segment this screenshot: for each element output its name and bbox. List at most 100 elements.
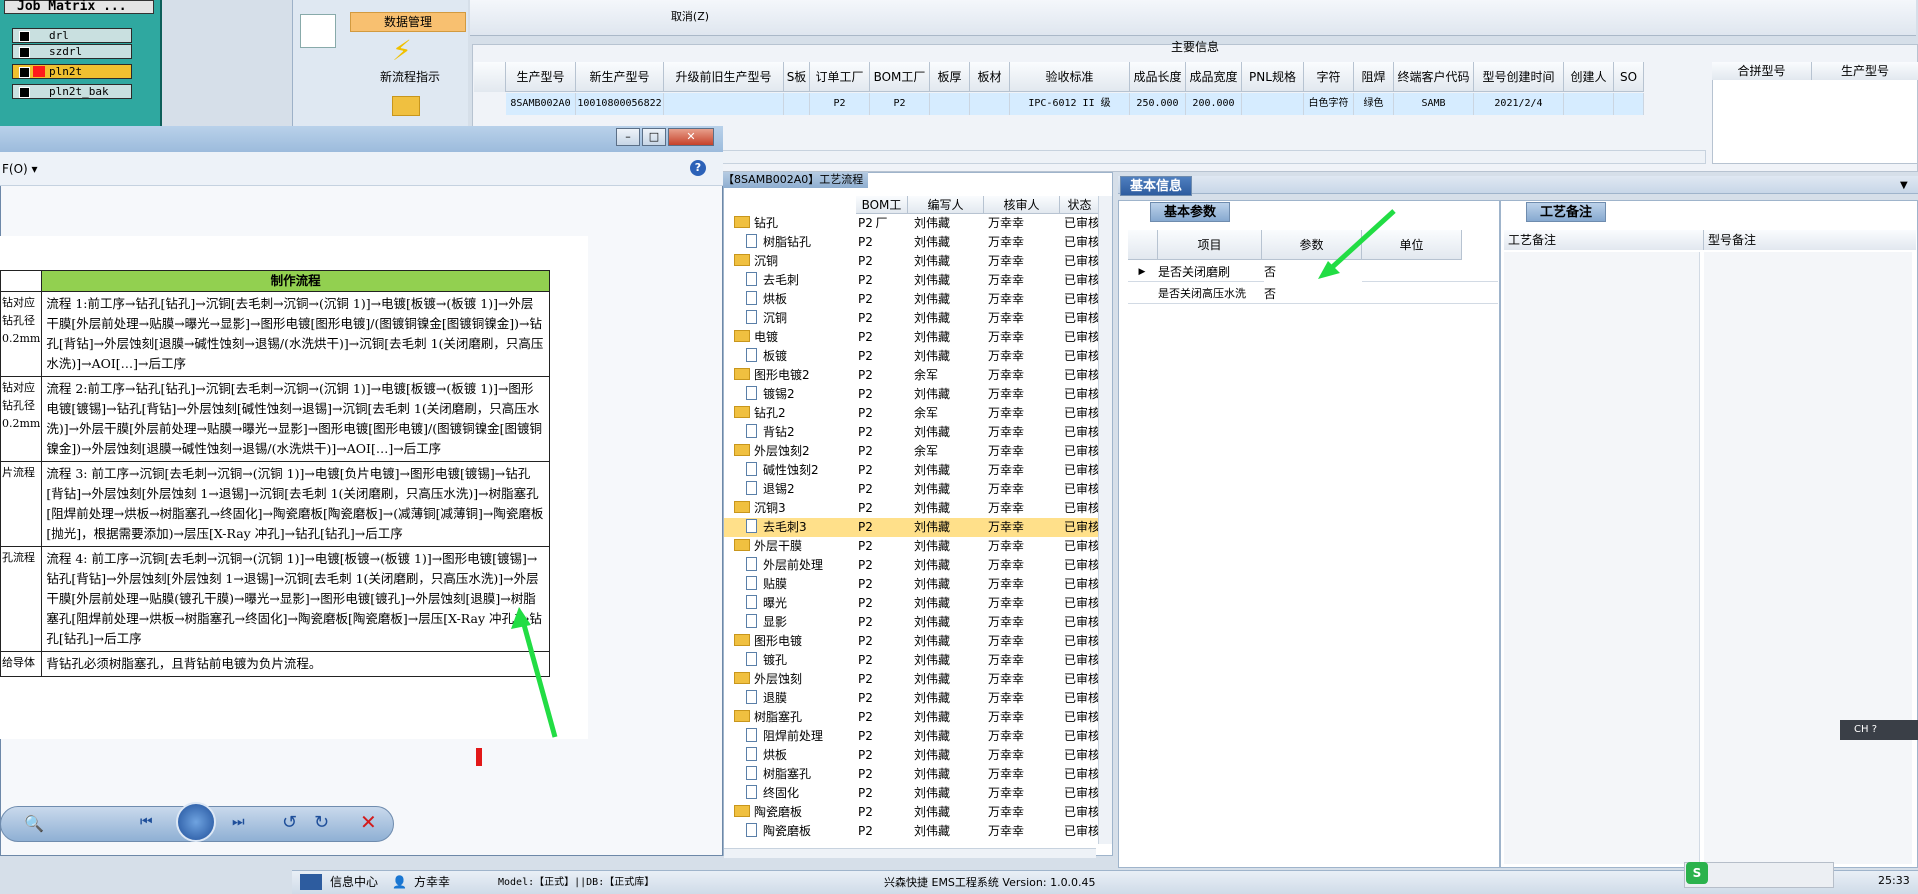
tree-row[interactable]: 沉铜3 P2 刘伟藏 万幸幸 已审核 (724, 499, 1104, 518)
tree-row[interactable]: 外层前处理 P2 刘伟藏 万幸幸 已审核 (724, 556, 1104, 575)
tree-row[interactable]: 电镀 P2 刘伟藏 万幸幸 已审核 (724, 328, 1104, 347)
col-item[interactable]: 项目 (1158, 230, 1262, 260)
tree-row[interactable]: 外层蚀刻 P2 刘伟藏 万幸幸 已审核 (724, 670, 1104, 689)
viewer-title-bar[interactable] (0, 126, 723, 152)
checkbox-icon[interactable] (19, 87, 30, 98)
tree-row[interactable]: 图形电镀2 P2 余军 万幸幸 已审核 (724, 366, 1104, 385)
col-header[interactable]: 升级前旧生产型号 (664, 62, 784, 92)
nav-data-management[interactable]: 数据管理 (350, 12, 466, 32)
tree-row[interactable]: 碱性蚀刻2 P2 刘伟藏 万幸幸 已审核 (724, 461, 1104, 480)
tree-row[interactable]: 贴膜 P2 刘伟藏 万幸幸 已审核 (724, 575, 1104, 594)
tree-row[interactable]: 树脂塞孔 P2 刘伟藏 万幸幸 已审核 (724, 708, 1104, 727)
tree-row[interactable]: 外层蚀刻2 P2 余军 万幸幸 已审核 (724, 442, 1104, 461)
calculator-icon[interactable] (300, 14, 336, 48)
nav-new-flow[interactable]: 新流程指示 (360, 68, 460, 84)
tree-row[interactable]: 退锡2 P2 刘伟藏 万幸幸 已审核 (724, 480, 1104, 499)
tree-row[interactable]: 去毛刺 P2 刘伟藏 万幸幸 已审核 (724, 271, 1104, 290)
grid-icon[interactable] (300, 874, 322, 890)
basic-info-title[interactable]: 基本信息 (1120, 176, 1192, 196)
job-matrix-item[interactable]: szdrl (12, 44, 132, 59)
grid-cell[interactable]: 白色字符 (1304, 93, 1354, 115)
tree-row[interactable]: 烘板 P2 刘伟藏 万幸幸 已审核 (724, 746, 1104, 765)
grid-cell[interactable]: 8SAMB002A0 (506, 93, 576, 115)
craft-note-text[interactable] (1504, 252, 1700, 864)
slideshow-button[interactable] (176, 802, 216, 842)
param-value-cell[interactable]: 否 (1264, 284, 1362, 304)
col-header[interactable]: 验收标准 (1010, 62, 1130, 92)
ime-toolbar[interactable]: CH ? (1840, 720, 1918, 740)
grid-cell[interactable] (1242, 93, 1304, 115)
tree-row[interactable]: 镀孔 P2 刘伟藏 万幸幸 已审核 (724, 651, 1104, 670)
col-reviewer[interactable]: 核审人 (984, 196, 1060, 214)
vertical-scrollbar[interactable] (1098, 196, 1112, 844)
grid-cell[interactable]: P2 (810, 93, 870, 115)
col-header[interactable]: 生产型号 (506, 62, 576, 92)
grid-cell[interactable] (784, 93, 810, 115)
grid-cell[interactable]: 250.000 (1130, 93, 1186, 115)
grid-cell[interactable]: P2 (870, 93, 930, 115)
col-writer[interactable]: 编写人 (908, 196, 984, 214)
grid-cell[interactable] (664, 93, 784, 115)
tree-row[interactable]: 陶瓷磨板 P2 刘伟藏 万幸幸 已审核 (724, 803, 1104, 822)
col-header[interactable]: 字符 (1304, 62, 1354, 92)
tree-horizontal-scrollbar[interactable] (724, 848, 1096, 858)
tree-row[interactable]: 烘板 P2 刘伟藏 万幸幸 已审核 (724, 290, 1104, 309)
col-header[interactable]: 创建人 (1564, 62, 1614, 92)
col-header[interactable]: 型号创建时间 (1474, 62, 1564, 92)
tree-row[interactable]: 钻孔 P2 刘伟藏 万幸幸 已审核 (724, 214, 1104, 233)
col-header[interactable]: 板厚 (930, 62, 970, 92)
grid-cell[interactable]: 10010800056822 (576, 93, 664, 115)
col-header[interactable]: SO (1614, 62, 1644, 92)
tree-row[interactable]: 显影 P2 刘伟藏 万幸幸 已审核 (724, 613, 1104, 632)
job-matrix-item[interactable]: drl (12, 28, 132, 43)
tree-row[interactable]: 镀锡2 P2 刘伟藏 万幸幸 已审核 (724, 385, 1104, 404)
chevron-down-icon[interactable]: ▼ (1900, 180, 1912, 192)
rotate-right-icon[interactable]: ↻ (314, 812, 336, 833)
minimize-button[interactable]: – (616, 128, 640, 146)
tree-row[interactable]: 退膜 P2 刘伟藏 万幸幸 已审核 (724, 689, 1104, 708)
zoom-icon[interactable]: 🔍 (24, 814, 46, 834)
delete-icon[interactable]: ✕ (360, 810, 382, 834)
grid-cell[interactable] (970, 93, 1010, 115)
grid-cell[interactable] (1614, 93, 1644, 115)
col-merge-model[interactable]: 合拼型号 (1712, 62, 1812, 80)
checkbox-icon[interactable] (19, 67, 30, 78)
col-production-model[interactable]: 生产型号 (1812, 62, 1918, 80)
tree-row[interactable]: 去毛刺3 P2 刘伟藏 万幸幸 已审核 (724, 518, 1104, 537)
grid-cell[interactable] (930, 93, 970, 115)
next-icon[interactable]: ⏭ (232, 814, 254, 834)
info-center-link[interactable]: 信息中心 (330, 872, 390, 892)
job-matrix-item-selected[interactable]: pln2t (12, 64, 132, 79)
model-note-text[interactable] (1704, 252, 1912, 864)
folder-icon[interactable] (392, 96, 420, 116)
checkbox-icon[interactable] (19, 31, 30, 42)
sogou-icon[interactable]: S (1686, 862, 1708, 884)
tree-row[interactable]: 陶瓷磨板 P2 刘伟藏 万幸幸 已审核 (724, 822, 1104, 841)
tree-row[interactable]: 曝光 P2 刘伟藏 万幸幸 已审核 (724, 594, 1104, 613)
table-row[interactable]: 是否关闭高压水洗 否 (1128, 284, 1498, 304)
col-header[interactable]: 成品宽度 (1186, 62, 1242, 92)
tree-row[interactable]: 板镀 P2 刘伟藏 万幸幸 已审核 (724, 347, 1104, 366)
tree-row[interactable]: 阻焊前处理 P2 刘伟藏 万幸幸 已审核 (724, 727, 1104, 746)
grid-cell[interactable]: SAMB (1394, 93, 1474, 115)
col-header[interactable]: 终端客户代码 (1394, 62, 1474, 92)
tree-row[interactable]: 钻孔2 P2 余军 万幸幸 已审核 (724, 404, 1104, 423)
tab-craft-note[interactable]: 工艺备注 (1526, 202, 1606, 222)
previous-icon[interactable]: ⏮ (140, 814, 162, 834)
close-button[interactable]: ✕ (668, 128, 714, 146)
tab-basic-params[interactable]: 基本参数 (1150, 202, 1230, 222)
grid-cell[interactable] (1564, 93, 1614, 115)
tree-row[interactable]: 终固化 P2 刘伟藏 万幸幸 已审核 (724, 784, 1104, 803)
col-header[interactable]: PNL规格 (1242, 62, 1304, 92)
col-header[interactable]: 订单工厂 (810, 62, 870, 92)
col-header[interactable]: BOM工厂 (870, 62, 930, 92)
col-bom-factory[interactable]: BOM工厂 (856, 196, 908, 230)
tree-row[interactable]: 图形电镀 P2 刘伟藏 万幸幸 已审核 (724, 632, 1104, 651)
grid-cell[interactable]: 2021/2/4 (1474, 93, 1564, 115)
grid-cell[interactable]: 绿色 (1354, 93, 1394, 115)
col-header[interactable]: 阻焊 (1354, 62, 1394, 92)
col-header[interactable]: S板 (784, 62, 810, 92)
grid-cell[interactable]: 200.000 (1186, 93, 1242, 115)
checkbox-icon[interactable] (19, 47, 30, 58)
viewer-menu-open[interactable]: F(O) ▾ (2, 162, 42, 178)
